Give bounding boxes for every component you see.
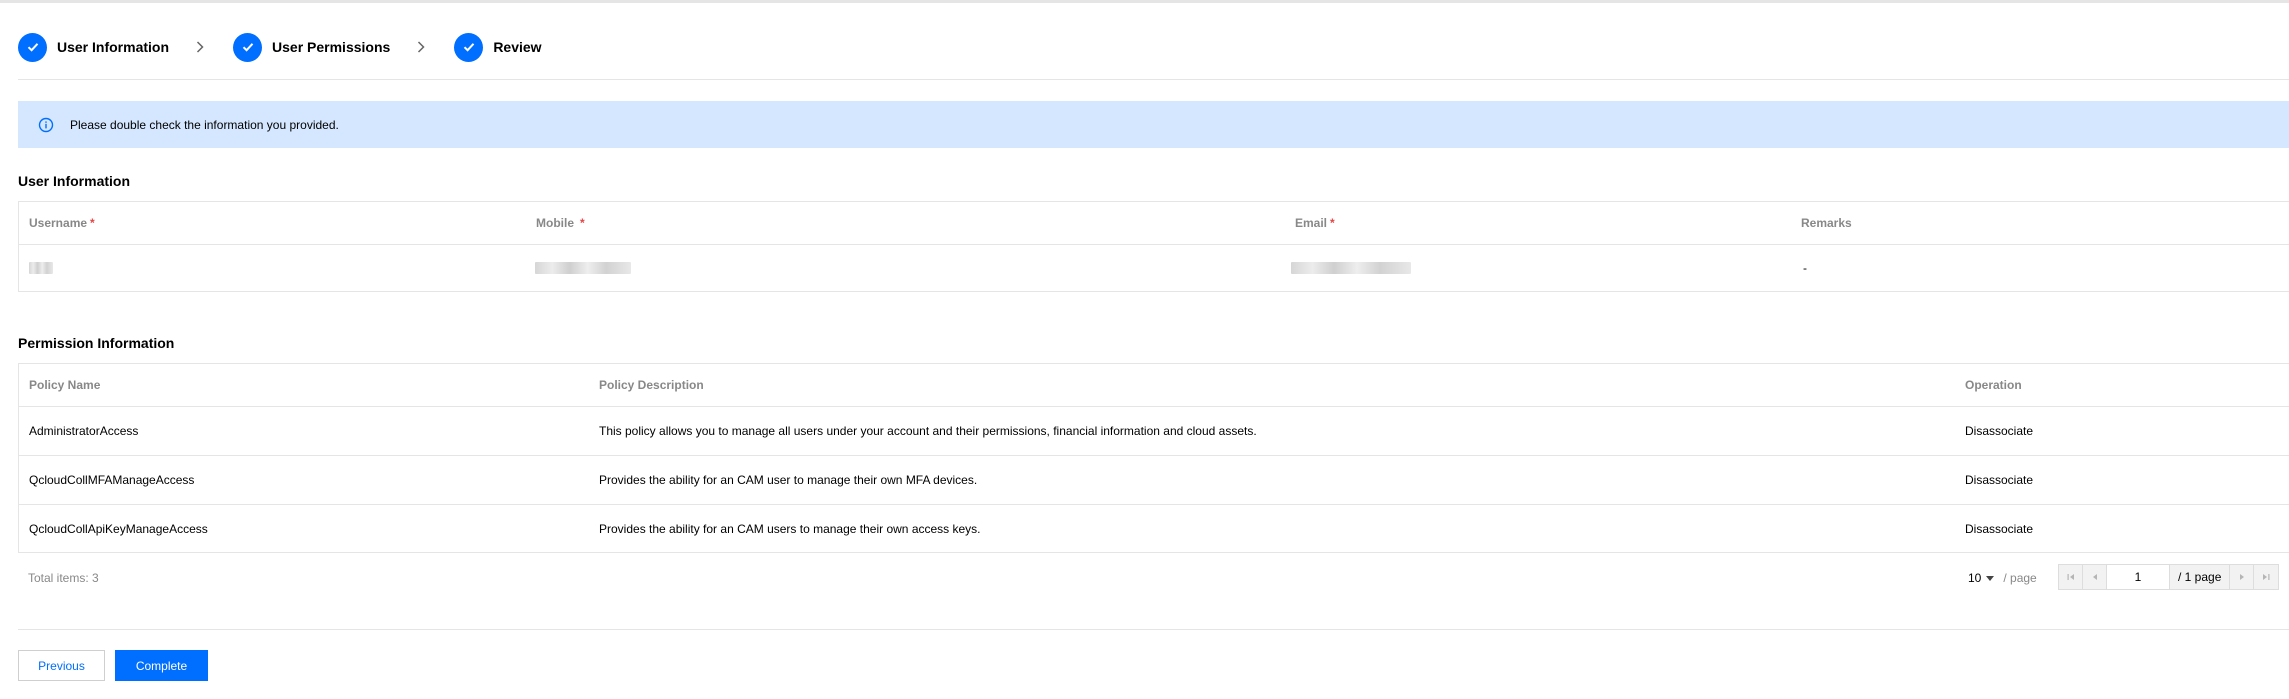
column-header-email: Email *: [1295, 216, 1335, 230]
permission-table: Policy Name Policy Description Operation…: [18, 363, 2289, 553]
chevron-right-icon: [416, 40, 426, 54]
remarks-value: -: [1803, 261, 1807, 275]
disassociate-link[interactable]: Disassociate: [1965, 456, 2033, 504]
required-mark: *: [580, 216, 585, 230]
page-size-value: 10: [1968, 571, 1982, 585]
policy-name: QcloudCollMFAManageAccess: [29, 473, 195, 487]
info-alert: Please double check the information you …: [18, 101, 2289, 148]
check-icon: [233, 32, 263, 62]
policy-description: This policy allows you to manage all use…: [599, 424, 1257, 438]
user-info-table: Username * Mobile * Email * Remarks -: [18, 201, 2289, 292]
step-user-information[interactable]: User Information: [18, 32, 170, 62]
next-page-icon[interactable]: [2230, 565, 2255, 589]
first-page-icon[interactable]: [2059, 565, 2083, 589]
disassociate-link[interactable]: Disassociate: [1965, 407, 2033, 455]
policy-description: Provides the ability for an CAM users to…: [599, 521, 981, 536]
required-mark: *: [90, 216, 95, 230]
step-label: User Information: [57, 39, 170, 55]
info-icon: [38, 117, 54, 133]
mobile-value-redacted: [535, 245, 631, 291]
top-border: [0, 0, 2289, 3]
table-row: -: [19, 245, 2289, 291]
table-row: AdministratorAccess This policy allows y…: [19, 407, 2289, 456]
column-header-mobile: Mobile *: [536, 216, 585, 230]
divider: [18, 629, 2289, 630]
disassociate-link[interactable]: Disassociate: [1965, 505, 2033, 552]
column-header-operation: Operation: [1965, 378, 2022, 392]
page-size-unit: / page: [2003, 571, 2037, 585]
previous-button[interactable]: Previous: [18, 650, 105, 681]
step-indicator: User Information User Permissions Review: [18, 32, 542, 62]
policy-name: AdministratorAccess: [29, 424, 139, 438]
chevron-right-icon: [195, 40, 205, 54]
total-pages: / 1 page: [2170, 565, 2231, 589]
page-size-select[interactable]: 10 / page: [1968, 571, 2037, 585]
step-label: User Permissions: [272, 39, 391, 55]
column-header-remarks: Remarks: [1801, 216, 1852, 230]
table-header: Policy Name Policy Description Operation: [19, 364, 2289, 407]
caret-down-icon: [1986, 575, 1995, 581]
step-review[interactable]: Review: [454, 32, 542, 62]
complete-button[interactable]: Complete: [115, 650, 208, 681]
column-header-username: Username *: [29, 216, 95, 230]
check-icon: [18, 32, 47, 62]
email-value-redacted: [1291, 245, 1411, 291]
alert-text: Please double check the information you …: [70, 117, 339, 132]
last-page-icon[interactable]: [2254, 565, 2279, 589]
policy-name: QcloudCollApiKeyManageAccess: [29, 521, 208, 536]
policy-description: Provides the ability for an CAM user to …: [599, 473, 978, 487]
page-number-input[interactable]: [2107, 565, 2170, 589]
previous-page-icon[interactable]: [2083, 565, 2107, 589]
table-header: Username * Mobile * Email * Remarks: [19, 202, 2289, 245]
required-mark: *: [1330, 216, 1335, 230]
step-user-permissions[interactable]: User Permissions: [233, 32, 391, 62]
table-row: QcloudCollApiKeyManageAccess Provides th…: [19, 505, 2289, 552]
total-items: Total items: 3: [28, 571, 99, 585]
pagination: / 1 page: [2058, 564, 2280, 590]
step-label: Review: [493, 39, 542, 55]
section-title-user-information: User Information: [18, 173, 131, 189]
username-value-redacted: [29, 245, 53, 291]
divider: [18, 79, 2289, 80]
column-header-policy-description: Policy Description: [599, 378, 704, 392]
section-title-permission-information: Permission Information: [18, 335, 175, 351]
column-header-policy-name: Policy Name: [29, 378, 101, 392]
check-icon: [454, 32, 484, 62]
table-row: QcloudCollMFAManageAccess Provides the a…: [19, 456, 2289, 505]
